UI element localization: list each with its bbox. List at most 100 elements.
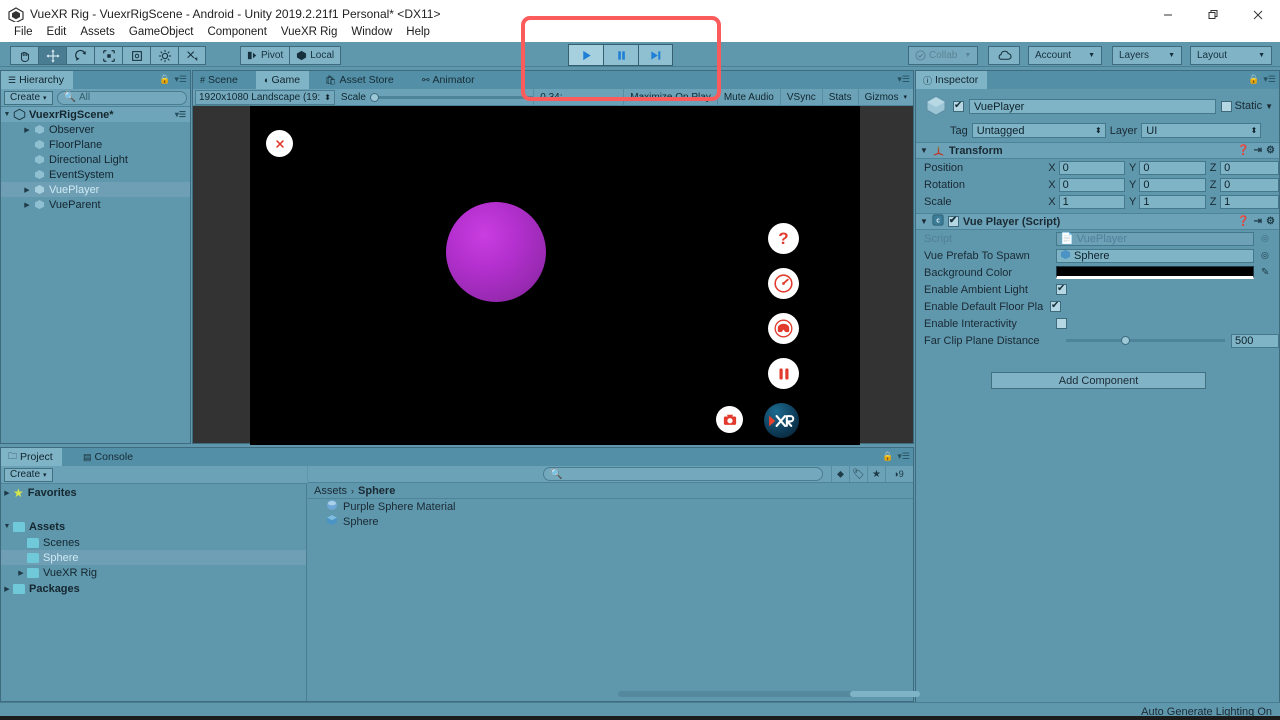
script-enabled-checkbox[interactable] — [947, 215, 959, 227]
chevron-right-icon[interactable]: ▶ — [1, 489, 13, 497]
asset-search-input[interactable]: 🔍 — [543, 467, 823, 481]
horizontal-scrollbar-track[interactable] — [618, 691, 920, 697]
project-row-favorites[interactable]: ▶ ★ Favorites — [1, 484, 306, 501]
rotation-x-field[interactable]: 0 — [1058, 177, 1126, 192]
panel-options-icon[interactable]: ▾☰ — [897, 74, 910, 85]
maximize-on-play-button[interactable]: Maximize On Play — [623, 88, 717, 106]
asset-row-prefab[interactable]: Sphere — [308, 514, 913, 529]
menu-item-gameobject[interactable]: GameObject — [122, 24, 201, 40]
rotation-y-field[interactable]: 0 — [1139, 177, 1206, 192]
tab-inspector[interactable]: ⓘ Inspector — [916, 71, 988, 89]
custom-tool-button[interactable] — [178, 46, 206, 65]
hierarchy-row-vueplayer[interactable]: ▶ VuePlayer — [1, 182, 190, 197]
chevron-right-icon[interactable]: ▶ — [21, 186, 33, 194]
scale-slider-knob[interactable] — [369, 92, 379, 102]
play-button[interactable] — [568, 44, 603, 66]
move-tool-button[interactable] — [38, 46, 66, 65]
hierarchy-create-button[interactable]: Create ▾ — [4, 90, 53, 105]
rotation-z-field[interactable]: 0 — [1220, 177, 1279, 192]
transform-component-header[interactable]: ▼ Transform ❓ ⇥ ⚙ — [916, 142, 1279, 159]
scale-slider[interactable] — [369, 92, 534, 102]
asset-row-material[interactable]: Purple Sphere Material — [308, 499, 913, 514]
scale-y-field[interactable]: 1 — [1139, 194, 1206, 209]
tab-animator[interactable]: ⚯ Animator — [415, 71, 484, 89]
menu-item-vuexr-rig[interactable]: VueXR Rig — [274, 24, 344, 40]
stats-button[interactable]: Stats — [821, 88, 858, 106]
chevron-down-icon[interactable]: ▼ — [1, 111, 13, 118]
transform-component-icons[interactable]: ❓ ⇥ ⚙ — [1237, 145, 1275, 156]
camera-button[interactable] — [716, 406, 743, 433]
gameobject-enabled-checkbox[interactable] — [953, 100, 964, 112]
project-row-scenes[interactable]: Scenes — [1, 535, 306, 550]
breadcrumb-sphere[interactable]: Sphere — [358, 485, 395, 497]
close-button[interactable] — [266, 130, 293, 157]
add-component-button[interactable]: Add Component — [991, 372, 1206, 389]
vueplayer-script-header[interactable]: ▼ c Vue Player (Script) ❓ ⇥ ⚙ — [916, 213, 1279, 230]
chevron-down-icon[interactable]: ▼ — [1265, 102, 1273, 111]
far-clip-value-field[interactable]: 500 — [1231, 333, 1279, 348]
pivot-toggle-button[interactable]: Pivot — [240, 46, 290, 65]
position-x-field[interactable]: 0 — [1058, 160, 1126, 175]
tag-dropdown[interactable]: Untagged ⬍ — [971, 123, 1106, 138]
tab-game[interactable]: ◖ Game — [256, 71, 310, 89]
chevron-right-icon[interactable]: ▶ — [21, 201, 33, 209]
preset-icon[interactable]: ⇥ — [1254, 145, 1262, 156]
inspector-panel-menu[interactable]: 🔒 ▾☰ — [1248, 74, 1276, 85]
hierarchy-scene-row[interactable]: ▼ VuexrRigScene* ▾☰ — [1, 107, 190, 122]
filter-favorite-icon[interactable]: ★ — [867, 466, 885, 482]
menu-item-window[interactable]: Window — [344, 24, 399, 40]
scene-options-icon[interactable]: ▾☰ — [175, 110, 186, 119]
mute-audio-button[interactable]: Mute Audio — [716, 88, 780, 106]
hand-tool-button[interactable] — [10, 46, 38, 65]
panel-options-icon[interactable]: ▾☰ — [1263, 74, 1276, 85]
chevron-right-icon[interactable]: ▶ — [21, 126, 33, 134]
lock-icon[interactable]: 🔒 — [1248, 74, 1259, 85]
pause-button[interactable] — [603, 44, 638, 66]
rotate-tool-button[interactable] — [66, 46, 94, 65]
tab-asset-store[interactable]: 🛍 Asset Store — [318, 71, 403, 89]
default-floor-checkbox[interactable] — [1050, 300, 1061, 312]
panel-options-icon[interactable]: ▾☰ — [174, 74, 187, 85]
local-toggle-button[interactable]: Local — [289, 46, 342, 65]
tab-scene[interactable]: # Scene — [193, 71, 247, 89]
gameview-panel-menu[interactable]: ▾☰ — [897, 74, 910, 85]
vsync-button[interactable]: VSync — [779, 88, 822, 106]
hierarchy-row-floorplane[interactable]: FloorPlane — [1, 137, 190, 152]
preset-icon[interactable]: ⇥ — [1254, 216, 1262, 227]
breadcrumb-assets[interactable]: Assets — [314, 485, 347, 497]
menu-item-help[interactable]: Help — [399, 24, 437, 40]
menu-item-edit[interactable]: Edit — [40, 24, 74, 40]
account-button[interactable]: Account ▼ — [1028, 46, 1102, 65]
hierarchy-row-observer[interactable]: ▶ Observer — [1, 122, 190, 137]
chevron-down-icon[interactable]: ▼ — [920, 217, 928, 226]
hierarchy-row-eventsystem[interactable]: EventSystem — [1, 167, 190, 182]
chevron-down-icon[interactable]: ▼ — [1, 523, 13, 530]
chevron-down-icon[interactable]: ▾ — [903, 93, 907, 101]
tab-console[interactable]: ▤ Console — [76, 448, 142, 466]
position-y-field[interactable]: 0 — [1139, 160, 1206, 175]
cloud-services-button[interactable] — [988, 46, 1020, 65]
layer-dropdown[interactable]: UI ⬍ — [1141, 123, 1262, 138]
position-z-field[interactable]: 0 — [1220, 160, 1279, 175]
project-row-packages[interactable]: ▶ Packages — [1, 580, 306, 597]
gauge-button[interactable] — [768, 268, 799, 299]
headset-button[interactable] — [768, 313, 799, 344]
filter-type-icon[interactable]: ⬥ — [831, 466, 849, 482]
step-button[interactable] — [638, 44, 673, 66]
background-color-swatch[interactable] — [1056, 266, 1254, 279]
script-component-icons[interactable]: ❓ ⇥ ⚙ — [1237, 216, 1275, 227]
menu-item-file[interactable]: File — [7, 24, 40, 40]
eyedropper-icon[interactable]: ✎ — [1261, 267, 1269, 278]
hierarchy-row-directional-light[interactable]: Directional Light — [1, 152, 190, 167]
scale-z-field[interactable]: 1 — [1220, 194, 1279, 209]
chevron-down-icon[interactable]: ▼ — [920, 146, 928, 155]
lock-icon[interactable]: 🔒 — [159, 74, 170, 85]
pause-button[interactable] — [768, 358, 799, 389]
prefab-value-field[interactable]: Sphere — [1056, 248, 1254, 263]
tab-hierarchy[interactable]: ☰ Hierarchy — [1, 71, 74, 89]
object-picker-icon[interactable]: ◎ — [1261, 233, 1269, 244]
tab-project[interactable]: 🗀 Project — [1, 448, 62, 466]
far-clip-slider-knob[interactable] — [1121, 336, 1130, 345]
gear-icon[interactable]: ⚙ — [1266, 145, 1275, 156]
lock-icon[interactable]: 🔒 — [882, 451, 893, 462]
